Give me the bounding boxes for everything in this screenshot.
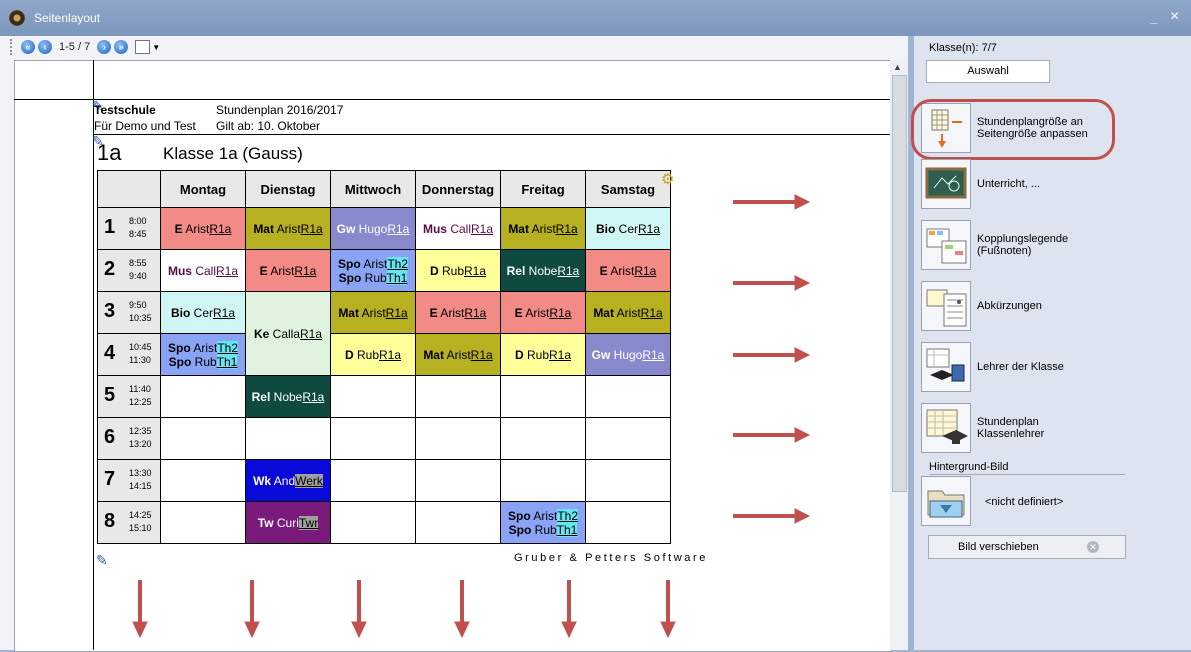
minimize-button[interactable]: _ (1150, 10, 1157, 25)
abbreviations-button[interactable]: Abkürzungen (921, 280, 1106, 332)
lessons-button[interactable]: Unterricht, ... (921, 158, 1106, 210)
folder-icon (921, 476, 971, 526)
arrow-right-icon (733, 194, 811, 210)
legend-label-2: (Fußnoten) (977, 245, 1032, 257)
arrow-right-icon (733, 347, 811, 363)
arrow-down-icon (660, 580, 676, 639)
close-icon[interactable]: ✕ (1087, 541, 1099, 553)
move-image-label: Bild verschieben (958, 541, 1039, 553)
background-image-value: <nicht definiert> (985, 496, 1064, 508)
arrow-down-icon (561, 580, 577, 639)
class-teachers-button[interactable]: Lehrer der Klasse (921, 341, 1106, 393)
highlight-ring (911, 99, 1115, 160)
blackboard-icon (921, 159, 971, 209)
arrow-down-icon (454, 580, 470, 639)
arrow-right-icon (733, 275, 811, 291)
arrow-right-icon (733, 427, 811, 443)
legend-icon (921, 220, 971, 270)
arrow-down-icon (351, 580, 367, 639)
legend-button[interactable]: Kopplungslegende (Fußnoten) (921, 219, 1106, 271)
move-image-button[interactable]: Bild verschieben ✕ (928, 535, 1126, 559)
annotation-arrows (132, 194, 811, 639)
class-count: Klasse(n): 7/7 (929, 42, 997, 54)
lessons-label: Unterricht, ... (977, 178, 1040, 190)
abbreviations-label: Abkürzungen (977, 300, 1042, 312)
select-button[interactable]: Auswahl (926, 60, 1050, 83)
close-button[interactable]: × (1170, 8, 1179, 26)
class-teacher-plan-label-2: Klassenlehrer (977, 428, 1045, 440)
class-teacher-plan-label: Stundenplan (977, 416, 1039, 428)
class-teacher-icon (921, 403, 971, 453)
arrow-right-icon (733, 508, 811, 524)
background-image-label: Hintergrund-Bild (929, 461, 1009, 473)
class-teacher-plan-button[interactable]: Stundenplan Klassenlehrer (921, 402, 1106, 454)
class-teachers-label: Lehrer der Klasse (977, 361, 1064, 373)
abbreviations-icon (921, 281, 971, 331)
teacher-icon (921, 342, 971, 392)
legend-label: Kopplungslegende (977, 233, 1069, 245)
arrow-down-icon (244, 580, 260, 639)
arrow-down-icon (132, 580, 148, 639)
